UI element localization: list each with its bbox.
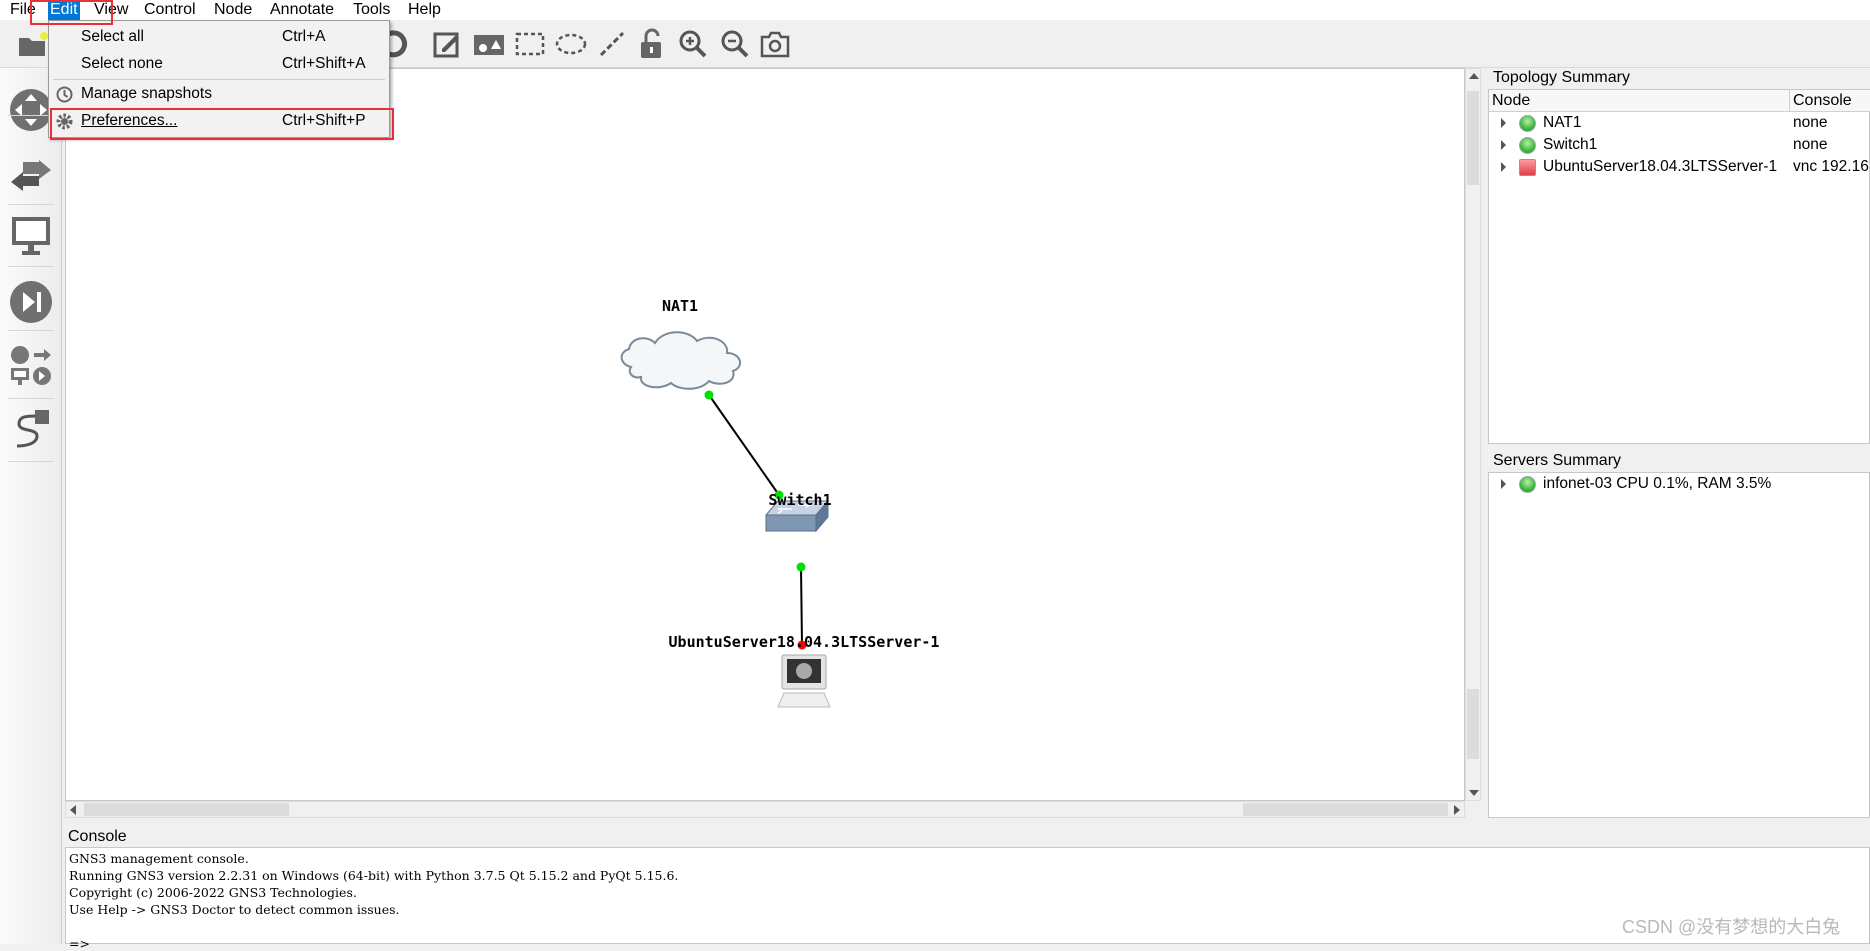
cloud-icon[interactable] <box>620 331 742 390</box>
console-line: GNS3 management console. <box>69 851 249 866</box>
security-device-icon[interactable] <box>8 279 54 325</box>
screenshot-icon[interactable] <box>759 28 791 60</box>
menu-node[interactable]: Node <box>212 0 254 20</box>
menu-separator <box>53 79 385 80</box>
servers-summary-tree: infonet-03 CPU 0.1%, RAM 3.5% <box>1488 472 1870 818</box>
topology-canvas[interactable]: NAT1 Switch1 UbuntuServer18.04.3LTSServe… <box>65 68 1465 801</box>
menu-bar: File Edit View Control Node Annotate Too… <box>0 0 1870 20</box>
canvas-horizontal-scrollbar[interactable] <box>65 801 1465 818</box>
end-device-icon[interactable] <box>8 213 54 259</box>
expand-arrow-icon[interactable] <box>1501 118 1506 128</box>
device-toolbar <box>0 68 62 944</box>
node-label-switch1[interactable]: Switch1 <box>768 491 831 509</box>
highlight-preferences <box>50 108 394 140</box>
open-folder-icon[interactable] <box>17 28 49 60</box>
topology-summary-tree: Node Console NAT1 none Switch1 none Ubun… <box>1488 89 1870 444</box>
node-label-nat1[interactable]: NAT1 <box>662 297 698 315</box>
node-label-ubuntu[interactable]: UbuntuServer18.04.3LTSServer-1 <box>669 633 940 651</box>
menu-item-select-none[interactable]: Select none Ctrl+Shift+A <box>49 51 389 77</box>
topology-row-ubuntu[interactable]: UbuntuServer18.04.3LTSServer-1 vnc 192.1… <box>1489 156 1870 178</box>
zoom-out-icon[interactable] <box>719 28 751 60</box>
console-line: Running GNS3 version 2.2.31 on Windows (… <box>69 868 679 883</box>
menu-help[interactable]: Help <box>406 0 443 20</box>
topology-summary-header: Node Console <box>1489 90 1870 112</box>
topology-drawing <box>620 331 831 708</box>
menu-control[interactable]: Control <box>142 0 198 20</box>
port-status-up <box>704 390 714 400</box>
status-started-icon <box>1519 115 1536 132</box>
console-title: Console <box>68 828 127 845</box>
all-devices-icon[interactable] <box>8 343 54 389</box>
add-note-icon[interactable] <box>431 28 463 60</box>
clock-icon <box>56 86 73 103</box>
insert-image-icon[interactable] <box>473 28 505 60</box>
status-stopped-icon <box>1519 159 1536 176</box>
zoom-in-icon[interactable] <box>677 28 709 60</box>
computer-device-icon[interactable] <box>777 654 831 708</box>
console-line: Copyright (c) 2006-2022 GNS3 Technologie… <box>69 885 357 900</box>
menu-tools[interactable]: Tools <box>351 0 392 20</box>
menu-item-select-all[interactable]: Select all Ctrl+A <box>49 24 389 50</box>
port-status-up <box>796 562 806 572</box>
expand-arrow-icon[interactable] <box>1501 140 1506 150</box>
menu-item-manage-snapshots[interactable]: Manage snapshots <box>49 81 389 107</box>
status-started-icon <box>1519 137 1536 154</box>
highlight-edit-menu <box>30 0 113 25</box>
add-link-icon[interactable] <box>8 406 54 452</box>
draw-rectangle-icon[interactable] <box>514 28 546 60</box>
topology-row-switch1[interactable]: Switch1 none <box>1489 134 1870 156</box>
menu-annotate[interactable]: Annotate <box>268 0 336 20</box>
watermark: CSDN @没有梦想的大白兔 <box>1622 917 1841 937</box>
topology-row-nat1[interactable]: NAT1 none <box>1489 112 1870 134</box>
server-row[interactable]: infonet-03 CPU 0.1%, RAM 3.5% <box>1489 473 1870 495</box>
expand-arrow-icon[interactable] <box>1501 479 1506 489</box>
console-output[interactable]: GNS3 management console. Running GNS3 ve… <box>65 847 1870 951</box>
draw-line-icon[interactable] <box>596 28 628 60</box>
status-started-icon <box>1519 476 1536 493</box>
servers-summary-title: Servers Summary <box>1493 452 1622 469</box>
unlock-icon[interactable] <box>636 28 668 60</box>
link-nat1-switch1[interactable] <box>708 394 780 496</box>
column-node[interactable]: Node <box>1492 92 1530 110</box>
column-console[interactable]: Console <box>1793 92 1852 110</box>
switch-icon[interactable] <box>8 151 54 197</box>
canvas-vertical-scrollbar[interactable] <box>1465 68 1481 801</box>
topology-summary-title: Topology Summary <box>1493 69 1630 86</box>
draw-ellipse-icon[interactable] <box>555 28 587 60</box>
console-line: Use Help -> GNS3 Doctor to detect common… <box>69 902 400 917</box>
expand-arrow-icon[interactable] <box>1501 162 1506 172</box>
